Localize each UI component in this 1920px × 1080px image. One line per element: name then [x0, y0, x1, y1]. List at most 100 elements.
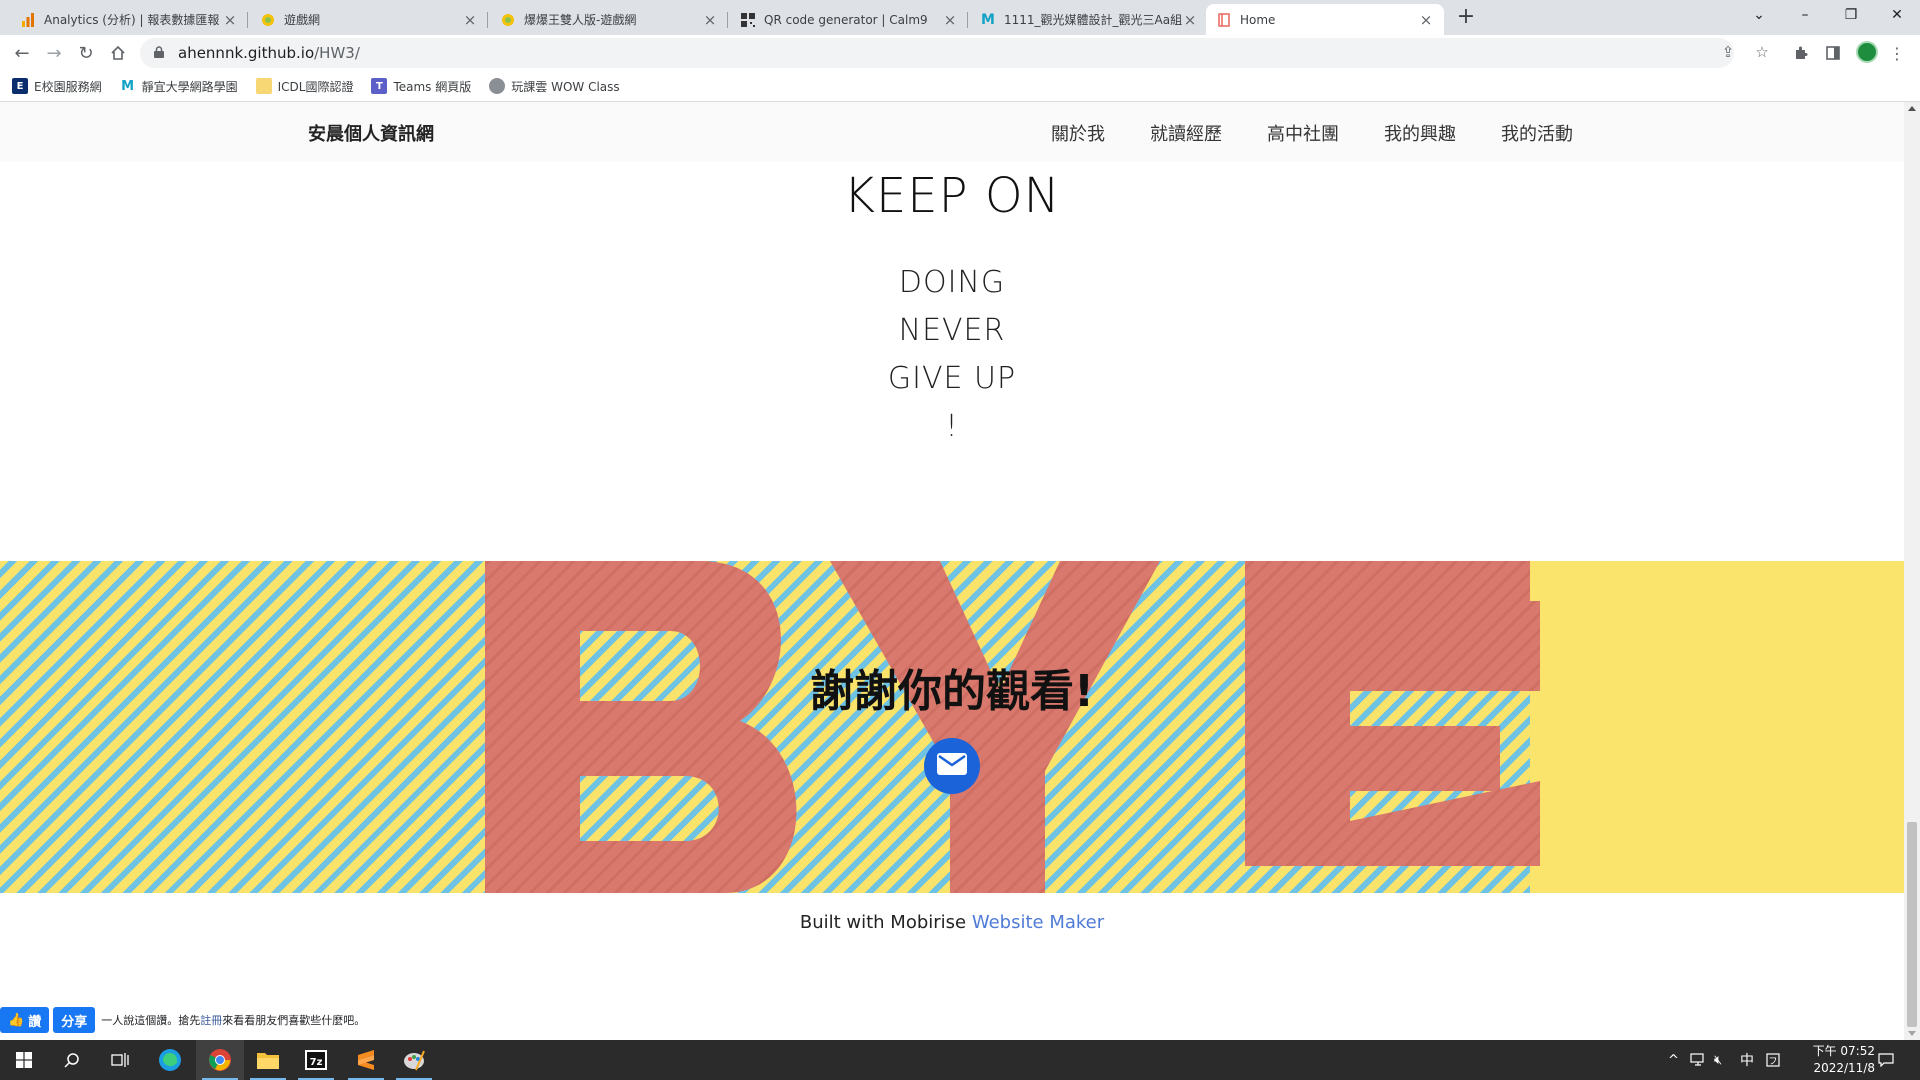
bookmark-label: 靜宜大學網路學園 — [141, 79, 238, 94]
new-tab-button[interactable]: + — [1454, 6, 1478, 30]
scroll-up-arrow-icon[interactable] — [1908, 106, 1916, 111]
motto-line: DOING — [898, 265, 1006, 300]
ime-indicator[interactable]: 中 — [1740, 1040, 1754, 1080]
tab-home[interactable]: Home × — [1206, 4, 1444, 35]
bookmark-wow-class[interactable]: 玩課雲 WOW Class — [489, 78, 620, 95]
file-explorer-icon[interactable] — [244, 1040, 292, 1080]
bookmark-icdl[interactable]: ICDL國際認證 — [255, 78, 354, 95]
tab-title: QR code generator | Calm9 — [764, 12, 928, 27]
nav-club[interactable]: 高中社團 — [1267, 120, 1339, 146]
bookmarks-bar: E E校園服務網 M 靜宜大學網路學園 ICDL國際認證 T Teams 網頁版… — [0, 71, 1920, 102]
wow-class-icon — [489, 78, 506, 94]
share-icon[interactable]: ⇪ — [1716, 40, 1740, 64]
page-scrollbar[interactable] — [1904, 102, 1920, 1040]
close-tab-icon[interactable]: × — [462, 11, 478, 29]
search-icon[interactable] — [48, 1040, 96, 1080]
tab-divider — [727, 12, 728, 28]
close-tab-icon[interactable]: × — [1418, 11, 1434, 29]
close-window-button[interactable]: ✕ — [1874, 0, 1920, 30]
thumbs-up-icon: 👍 — [8, 1012, 25, 1028]
m-icon: M — [981, 11, 995, 28]
tray-chevron-icon[interactable]: ^ — [1668, 1040, 1679, 1080]
bookmark-star-icon[interactable]: ☆ — [1750, 40, 1774, 64]
edge-icon[interactable] — [146, 1040, 194, 1080]
footer-credit: Built with Mobirise Website Maker — [0, 912, 1904, 933]
windows-start-icon[interactable] — [0, 1040, 48, 1080]
side-panel-icon[interactable] — [1820, 40, 1846, 66]
nav-about-me[interactable]: 關於我 — [1051, 120, 1105, 146]
teams-icon: T — [371, 78, 388, 94]
fb-text-b: 來看看朋友們喜歡些什麼吧。 — [222, 1014, 366, 1027]
close-tab-icon[interactable]: × — [702, 11, 718, 29]
bookmark-teams[interactable]: T Teams 網頁版 — [371, 78, 471, 95]
restore-button[interactable]: ❐ — [1828, 0, 1874, 30]
fb-share-button[interactable]: 分享 — [53, 1007, 96, 1033]
ime-mode-icon[interactable]: フ — [1766, 1040, 1780, 1080]
m-icon: M — [119, 78, 136, 94]
footer-link[interactable]: Website Maker — [972, 912, 1104, 933]
forward-icon[interactable]: → — [40, 39, 68, 67]
taskbar-clock[interactable]: 下午 07:52 2022/11/8 — [1785, 1043, 1875, 1077]
fb-like-button[interactable]: 👍 讚 — [0, 1007, 50, 1033]
notifications-icon[interactable] — [1878, 1040, 1894, 1080]
motto-line: GIVE UP — [887, 361, 1017, 396]
bookmark-pu-learning[interactable]: M 靜宜大學網路學園 — [119, 78, 238, 95]
page-viewport: 安晨個人資訊網 關於我 就讀經歷 高中社團 我的興趣 我的活動 KEEP ON … — [0, 102, 1904, 1040]
tab-divider — [487, 12, 488, 28]
reload-icon[interactable]: ↻ — [72, 39, 100, 67]
address-bar[interactable]: ahennnk.github.io/HW3/ — [140, 38, 1734, 68]
fb-register-link[interactable]: 註冊 — [200, 1014, 222, 1027]
tab-search-dropdown-icon[interactable]: ⌄ — [1736, 0, 1782, 30]
site-brand[interactable]: 安晨個人資訊網 — [308, 120, 434, 146]
7zip-icon[interactable]: 7z — [292, 1040, 340, 1080]
network-icon[interactable] — [1690, 1040, 1706, 1080]
scrollbar-thumb[interactable] — [1907, 822, 1917, 1027]
nav-activities[interactable]: 我的活動 — [1501, 120, 1573, 146]
nav-education[interactable]: 就讀經歷 — [1150, 120, 1222, 146]
clock-time: 下午 07:52 — [1812, 1044, 1875, 1058]
back-icon[interactable]: ← — [8, 39, 36, 67]
close-tab-icon[interactable]: × — [222, 11, 238, 29]
analytics-icon — [20, 12, 36, 28]
windows-taskbar: 7z ^ 🔇︎ 中 フ 下午 07:52 2022/11/8 — [0, 1040, 1920, 1080]
menu-kebab-icon[interactable]: ⋮ — [1884, 40, 1910, 66]
close-tab-icon[interactable]: × — [942, 11, 958, 29]
close-tab-icon[interactable]: × — [1182, 11, 1198, 29]
chrome-icon[interactable] — [196, 1040, 244, 1080]
sublime-text-icon[interactable] — [342, 1040, 390, 1080]
tab-analytics[interactable]: Analytics (分析) | 報表數據匯報 × — [10, 4, 248, 35]
site-navbar: 安晨個人資訊網 關於我 就讀經歷 高中社團 我的興趣 我的活動 — [0, 102, 1904, 162]
paint-icon[interactable] — [390, 1040, 438, 1080]
extensions-icon[interactable] — [1788, 40, 1814, 66]
lock-icon — [154, 45, 168, 61]
url-domain: ahennnk.github.io — [178, 44, 315, 62]
minimize-button[interactable]: – — [1782, 0, 1828, 30]
letter-b-shape — [485, 561, 797, 893]
facebook-like-bar: 👍 讚 分享 一人說這個讚。搶先註冊來看看朋友們喜歡些什麼吧。 — [0, 1006, 365, 1034]
profile-avatar[interactable] — [1856, 41, 1878, 63]
tab-divider — [247, 12, 248, 28]
letter-y-shape — [830, 561, 1160, 893]
motto-line: ! — [945, 409, 959, 444]
hero-title: KEEP ON — [843, 168, 1061, 224]
tab-game-site[interactable]: 遊戲網 × — [250, 4, 488, 35]
nav-interests[interactable]: 我的興趣 — [1384, 120, 1456, 146]
bookmark-label: E校園服務網 — [34, 79, 102, 94]
bye-banner: 謝謝你的觀看! — [0, 561, 1904, 893]
clock-date: 2022/11/8 — [1813, 1061, 1875, 1075]
tab-qr-generator[interactable]: QR code generator | Calm9 × — [730, 4, 968, 35]
tab-title: Home — [1240, 12, 1276, 27]
bookmark-label: ICDL國際認證 — [277, 79, 354, 94]
email-button[interactable] — [924, 738, 980, 794]
page-icon — [1216, 12, 1232, 28]
tab-media-design[interactable]: M 1111_觀光媒體設計_觀光三Aa組 × — [970, 4, 1208, 35]
folder-icon — [255, 78, 272, 94]
tab-game-page[interactable]: 爆爆王雙人版-遊戲網 × — [490, 4, 728, 35]
bye-graphic — [485, 561, 1540, 893]
bookmark-e-campus[interactable]: E E校園服務網 — [12, 78, 102, 95]
task-view-icon[interactable] — [96, 1040, 144, 1080]
home-icon[interactable] — [104, 39, 132, 67]
volume-muted-icon[interactable]: 🔇︎ — [1714, 1040, 1722, 1080]
tab-strip: Analytics (分析) | 報表數據匯報 × 遊戲網 × 爆爆王雙人版-遊… — [0, 0, 1920, 35]
scroll-down-arrow-icon[interactable] — [1908, 1031, 1916, 1036]
